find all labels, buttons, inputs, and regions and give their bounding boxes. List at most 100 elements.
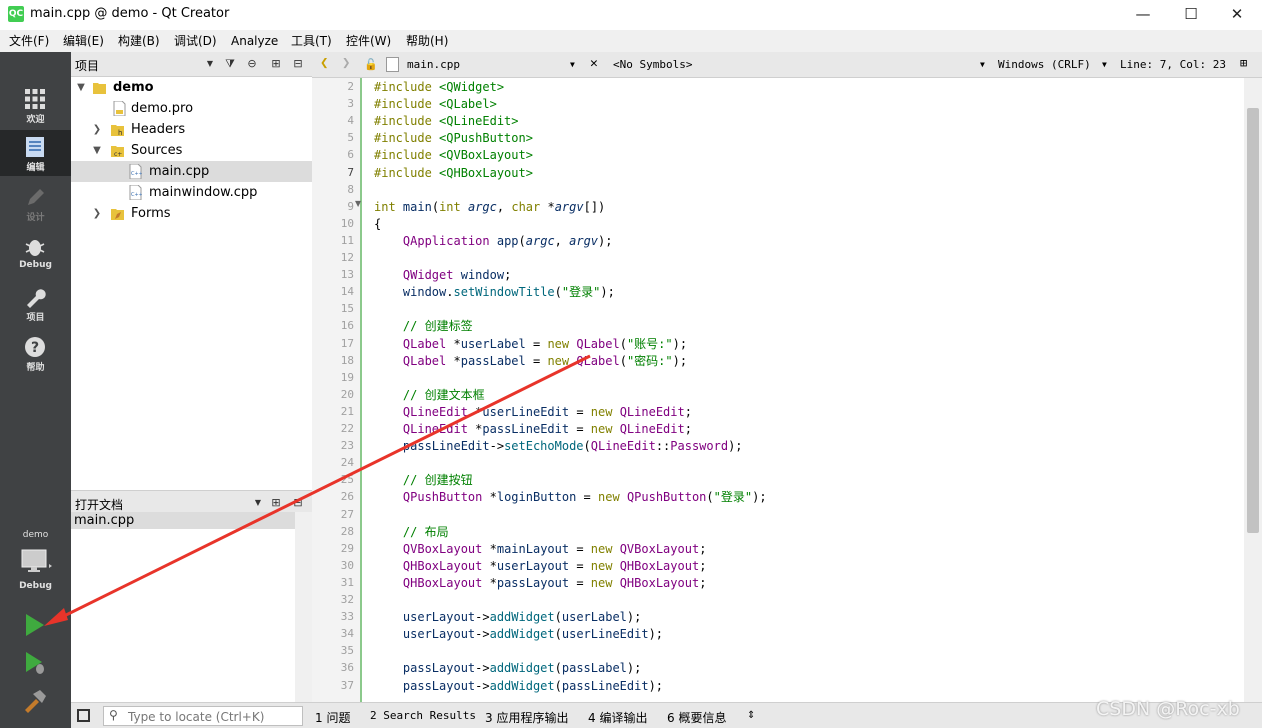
fold-marker-icon[interactable]: ▼ — [355, 199, 361, 208]
file-dropdown-chevron-icon[interactable]: ▼ — [570, 60, 575, 69]
scrollbar-thumb[interactable] — [1247, 108, 1259, 533]
menu-help[interactable]: 帮助(H) — [406, 30, 448, 52]
cpp-file-icon — [386, 57, 399, 72]
code-line: { — [374, 216, 382, 231]
collapse-arrow-icon[interactable]: ▼ — [75, 77, 87, 98]
line-number: 14 — [340, 285, 354, 299]
grid-icon — [25, 89, 45, 109]
mode-welcome[interactable]: 欢迎 — [0, 82, 71, 128]
wrench-icon — [27, 289, 46, 308]
symbols-combo[interactable]: <No Symbols> — [613, 58, 692, 71]
code-line: // 创建按钮 — [374, 473, 473, 488]
svg-text:C++: C++ — [131, 192, 142, 198]
line-number: 17 — [340, 336, 354, 350]
close-pane-icon[interactable]: ⊟ — [289, 56, 307, 72]
tree-item-demo[interactable]: ▼ demo — [71, 77, 312, 98]
svg-text:h: h — [118, 129, 122, 137]
menu-controls[interactable]: 控件(W) — [346, 30, 391, 52]
line-ending-combo[interactable]: Windows (CRLF) — [998, 58, 1091, 71]
more-tabs-chevron-icon[interactable]: ⇕ — [747, 710, 755, 721]
code-line: userLayout->addWidget(userLabel); — [402, 610, 642, 625]
mode-label: 帮助 — [26, 363, 45, 373]
line-number: 7 — [347, 165, 354, 179]
qt-creator-logo-icon: QC — [8, 6, 24, 22]
mode-help[interactable]: ? 帮助 — [0, 330, 71, 376]
mode-design[interactable]: 设计 — [0, 180, 71, 226]
build-hammer-button[interactable] — [22, 688, 48, 714]
close-pane-icon[interactable]: ⊟ — [289, 495, 307, 511]
line-number: 10 — [340, 216, 354, 230]
svg-text:c+: c+ — [114, 151, 122, 158]
locator-input[interactable]: ⚲ Type to locate (Ctrl+K) — [103, 706, 303, 726]
code-line: QApplication app(argc, argv); — [402, 233, 613, 248]
run-button[interactable] — [22, 612, 48, 638]
code-line: QLabel *userLabel = new QLabel("账号:"); — [402, 336, 688, 351]
toggle-sidebar-icon[interactable] — [77, 709, 90, 722]
tree-item-headers[interactable]: ❯ h Headers — [71, 119, 312, 140]
tree-item-main-cpp[interactable]: C++ main.cpp — [71, 161, 312, 182]
line-number: 19 — [340, 370, 354, 384]
expand-arrow-icon[interactable]: ❯ — [91, 119, 103, 140]
link-icon[interactable]: ⊖ — [243, 56, 261, 72]
open-documents-title: 打开文档 — [75, 498, 124, 512]
tab-general-messages[interactable]: 6 概要信息 — [667, 709, 726, 726]
menu-debug[interactable]: 调试(D) — [174, 30, 217, 52]
code-line: // 创建文本框 — [374, 387, 485, 402]
current-file-name[interactable]: main.cpp — [407, 58, 460, 71]
split-editor-icon[interactable]: ⊞ — [1240, 56, 1247, 70]
mode-projects[interactable]: 项目 — [0, 280, 71, 326]
maximize-button[interactable]: ☐ — [1168, 0, 1214, 30]
tree-item-forms[interactable]: ❯ Forms — [71, 203, 312, 224]
code-line: #include <QWidget> — [374, 80, 505, 94]
monitor-icon — [21, 549, 52, 572]
code-line: window.setWindowTitle("登录"); — [402, 285, 615, 300]
watermark: CSDN @Roc-xb — [1096, 698, 1240, 720]
collapse-arrow-icon[interactable]: ▼ — [91, 140, 103, 161]
tab-application-output[interactable]: 3 应用程序输出 — [485, 709, 568, 726]
kit-selector[interactable]: Debug — [0, 544, 71, 594]
code-line: int main(int argc, char *argv[]) — [374, 199, 606, 214]
open-documents-scrollbar[interactable] — [295, 512, 312, 702]
expand-arrow-icon[interactable]: ❯ — [91, 203, 103, 224]
qt-creator-window: QC main.cpp @ demo - Qt Creator — ☐ ✕ 文件… — [0, 0, 1262, 728]
line-number: 15 — [340, 302, 354, 316]
line-number: 18 — [340, 353, 354, 367]
close-file-icon[interactable]: ✕ — [590, 56, 598, 71]
line-number: 23 — [340, 439, 354, 453]
debug-run-button[interactable] — [22, 650, 48, 676]
menu-edit[interactable]: 编辑(E) — [63, 30, 104, 52]
split-icon[interactable]: ⊞ — [267, 495, 285, 511]
mode-debug[interactable]: Debug — [0, 230, 71, 276]
code-line: // 创建标签 — [374, 319, 473, 334]
open-documents-dropdown-chevron-icon[interactable]: ▼ — [249, 495, 267, 511]
encoding-dropdown-chevron-icon[interactable]: ▼ — [1102, 60, 1107, 69]
cursor-position[interactable]: Line: 7, Col: 23 — [1120, 58, 1226, 71]
filter-icon[interactable]: ⧩ — [221, 56, 239, 72]
line-number: 3 — [347, 97, 354, 111]
tab-compile-output[interactable]: 4 编译输出 — [588, 709, 647, 726]
menu-analyze[interactable]: Analyze — [231, 30, 278, 52]
editor-vertical-scrollbar[interactable] — [1244, 78, 1262, 702]
mode-edit[interactable]: 编辑 — [0, 130, 71, 176]
minimize-button[interactable]: — — [1120, 0, 1166, 30]
view-dropdown-chevron-icon[interactable]: ▼ — [201, 56, 219, 72]
tree-item-mainwindow-cpp[interactable]: C++ mainwindow.cpp — [71, 182, 312, 203]
menu-tools[interactable]: 工具(T) — [291, 30, 332, 52]
tree-item-demo-pro[interactable]: demo.pro — [71, 98, 312, 119]
back-chevron-icon[interactable]: ❮ — [320, 55, 328, 71]
forward-chevron-icon[interactable]: ❯ — [342, 55, 350, 71]
tab-search-results[interactable]: 2 Search Results — [370, 709, 476, 722]
split-icon[interactable]: ⊞ — [267, 56, 285, 72]
kit-config-label: Debug — [19, 581, 52, 591]
menu-build[interactable]: 构建(B) — [118, 30, 160, 52]
line-number: 36 — [340, 661, 354, 675]
line-number: 25 — [340, 473, 354, 487]
status-bar: ⚲ Type to locate (Ctrl+K) 1 问题 2 Search … — [71, 698, 1262, 728]
open-document-item[interactable]: main.cpp — [71, 512, 295, 529]
symbols-dropdown-chevron-icon[interactable]: ▼ — [980, 60, 985, 69]
mode-bar: 欢迎 编辑 设计 Debug 项目 ? 帮助 demo Debug — [0, 52, 71, 728]
close-button[interactable]: ✕ — [1214, 0, 1260, 30]
tree-item-sources[interactable]: ▼ c+ Sources — [71, 140, 312, 161]
tab-issues[interactable]: 1 问题 — [315, 709, 350, 726]
menu-file[interactable]: 文件(F) — [9, 30, 49, 52]
